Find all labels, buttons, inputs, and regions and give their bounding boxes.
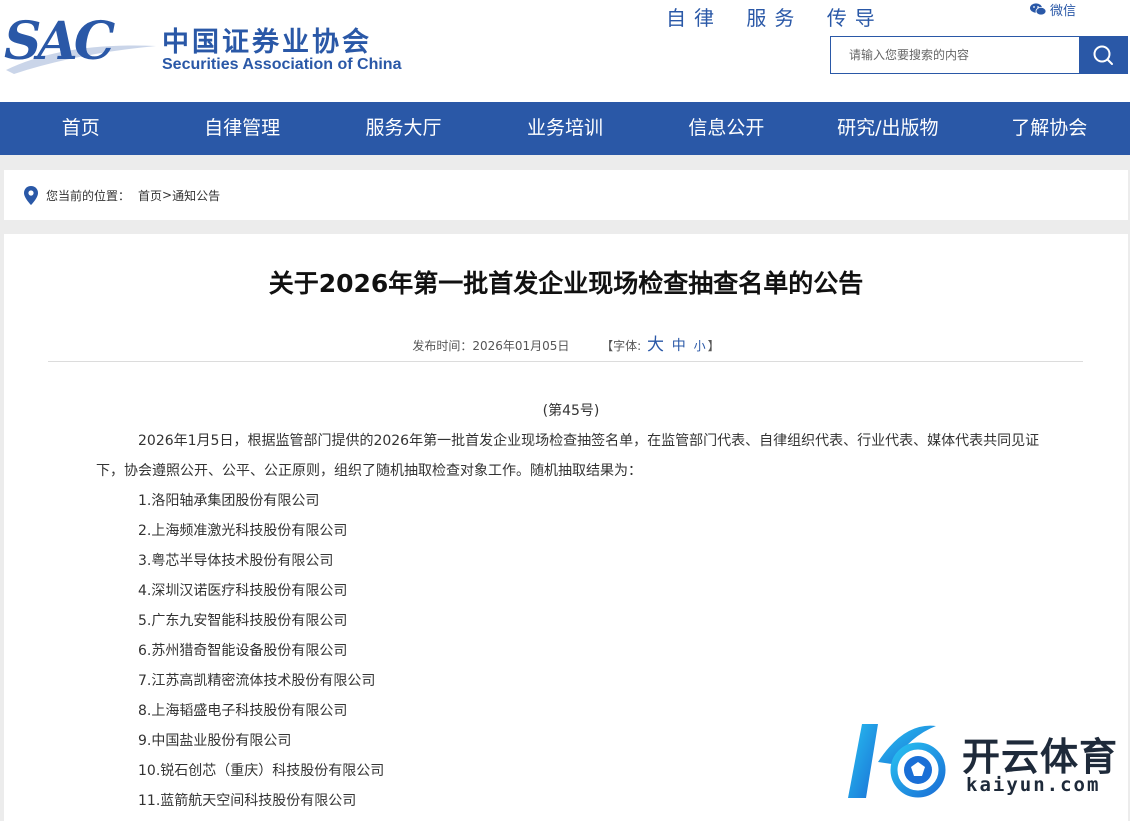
publish-date: 2026年01月05日 [472,339,570,353]
title-divider [48,361,1083,362]
search-box [830,36,1128,74]
location-pin-icon [24,185,38,205]
breadcrumb-current[interactable]: 通知公告 [172,187,220,204]
site-header: SAC 中国证券业协会 Securities Association of Ch… [0,0,1130,102]
publish-label: 发布时间： [412,339,473,353]
logo-english-name: Securities Association of China [162,56,402,73]
breadcrumb-home-link[interactable]: 首页 [138,187,162,204]
sac-logo[interactable]: SAC 中国证券业协会 Securities Association of Ch… [4,8,434,78]
breadcrumb-separator: > [162,188,173,202]
site-slogan: 自律 服务 传导 [666,6,883,30]
nav-item-service-hall[interactable]: 服务大厅 [323,102,484,155]
document-number: (第45号) [542,403,600,419]
wechat-icon [1030,3,1046,16]
main-nav: 首页 自律管理 服务大厅 业务培训 信息公开 研究/出版物 了解协会 [0,102,1130,155]
kaiyun-watermark: 开云体育 kaiyun.com [844,718,1124,808]
nav-item-self-regulation[interactable]: 自律管理 [161,102,322,155]
breadcrumb: 您当前的位置： 首页 > 通知公告 [4,170,1128,220]
nav-item-disclosure[interactable]: 信息公开 [646,102,807,155]
search-input[interactable] [831,37,1079,73]
list-item: 3.粤芯半导体技术股份有限公司 [138,553,334,569]
font-size-label: 【字体: [601,339,642,353]
list-item: 6.苏州猎奇智能设备股份有限公司 [138,643,348,659]
font-size-close: 】 [707,339,720,353]
list-item: 5.广东九安智能科技股份有限公司 [138,613,348,629]
nav-item-training[interactable]: 业务培训 [484,102,645,155]
nav-item-home[interactable]: 首页 [0,102,161,155]
article-meta: 发布时间：2026年01月05日 【字体: 大 中 小】 [4,330,1128,355]
nav-item-about[interactable]: 了解协会 [969,102,1130,155]
wechat-label: 微信 [1050,4,1077,19]
watermark-cn: 开云体育 [962,735,1119,779]
watermark-en: kaiyun.com [966,774,1101,796]
font-size-small-button[interactable]: 小 [694,339,706,353]
wechat-link[interactable]: 微信 [1030,0,1076,19]
search-icon [1093,45,1113,65]
font-size-large-button[interactable]: 大 [647,335,664,355]
soccer-ball-logo-icon [848,724,946,798]
nav-item-research[interactable]: 研究/出版物 [807,102,968,155]
article-paragraph: 2026年1月5日，根据监管部门提供的2026年第一批首发企业现场检查抽签名单，… [96,433,1040,479]
font-size-medium-button[interactable]: 中 [672,338,686,354]
breadcrumb-prefix: 您当前的位置： [46,188,131,203]
list-item: 2.上海频准激光科技股份有限公司 [138,523,348,539]
article-title: 关于2026年第一批首发企业现场检查抽查名单的公告 [268,269,864,298]
logo-abbr: SAC [4,11,115,72]
logo-chinese-name: 中国证券业协会 [162,27,372,58]
list-item: 4.深圳汉诺医疗科技股份有限公司 [138,583,348,599]
list-item: 1.洛阳轴承集团股份有限公司 [138,493,320,509]
search-button[interactable] [1079,37,1127,73]
list-item: 7.江苏高凯精密流体技术股份有限公司 [138,673,376,689]
